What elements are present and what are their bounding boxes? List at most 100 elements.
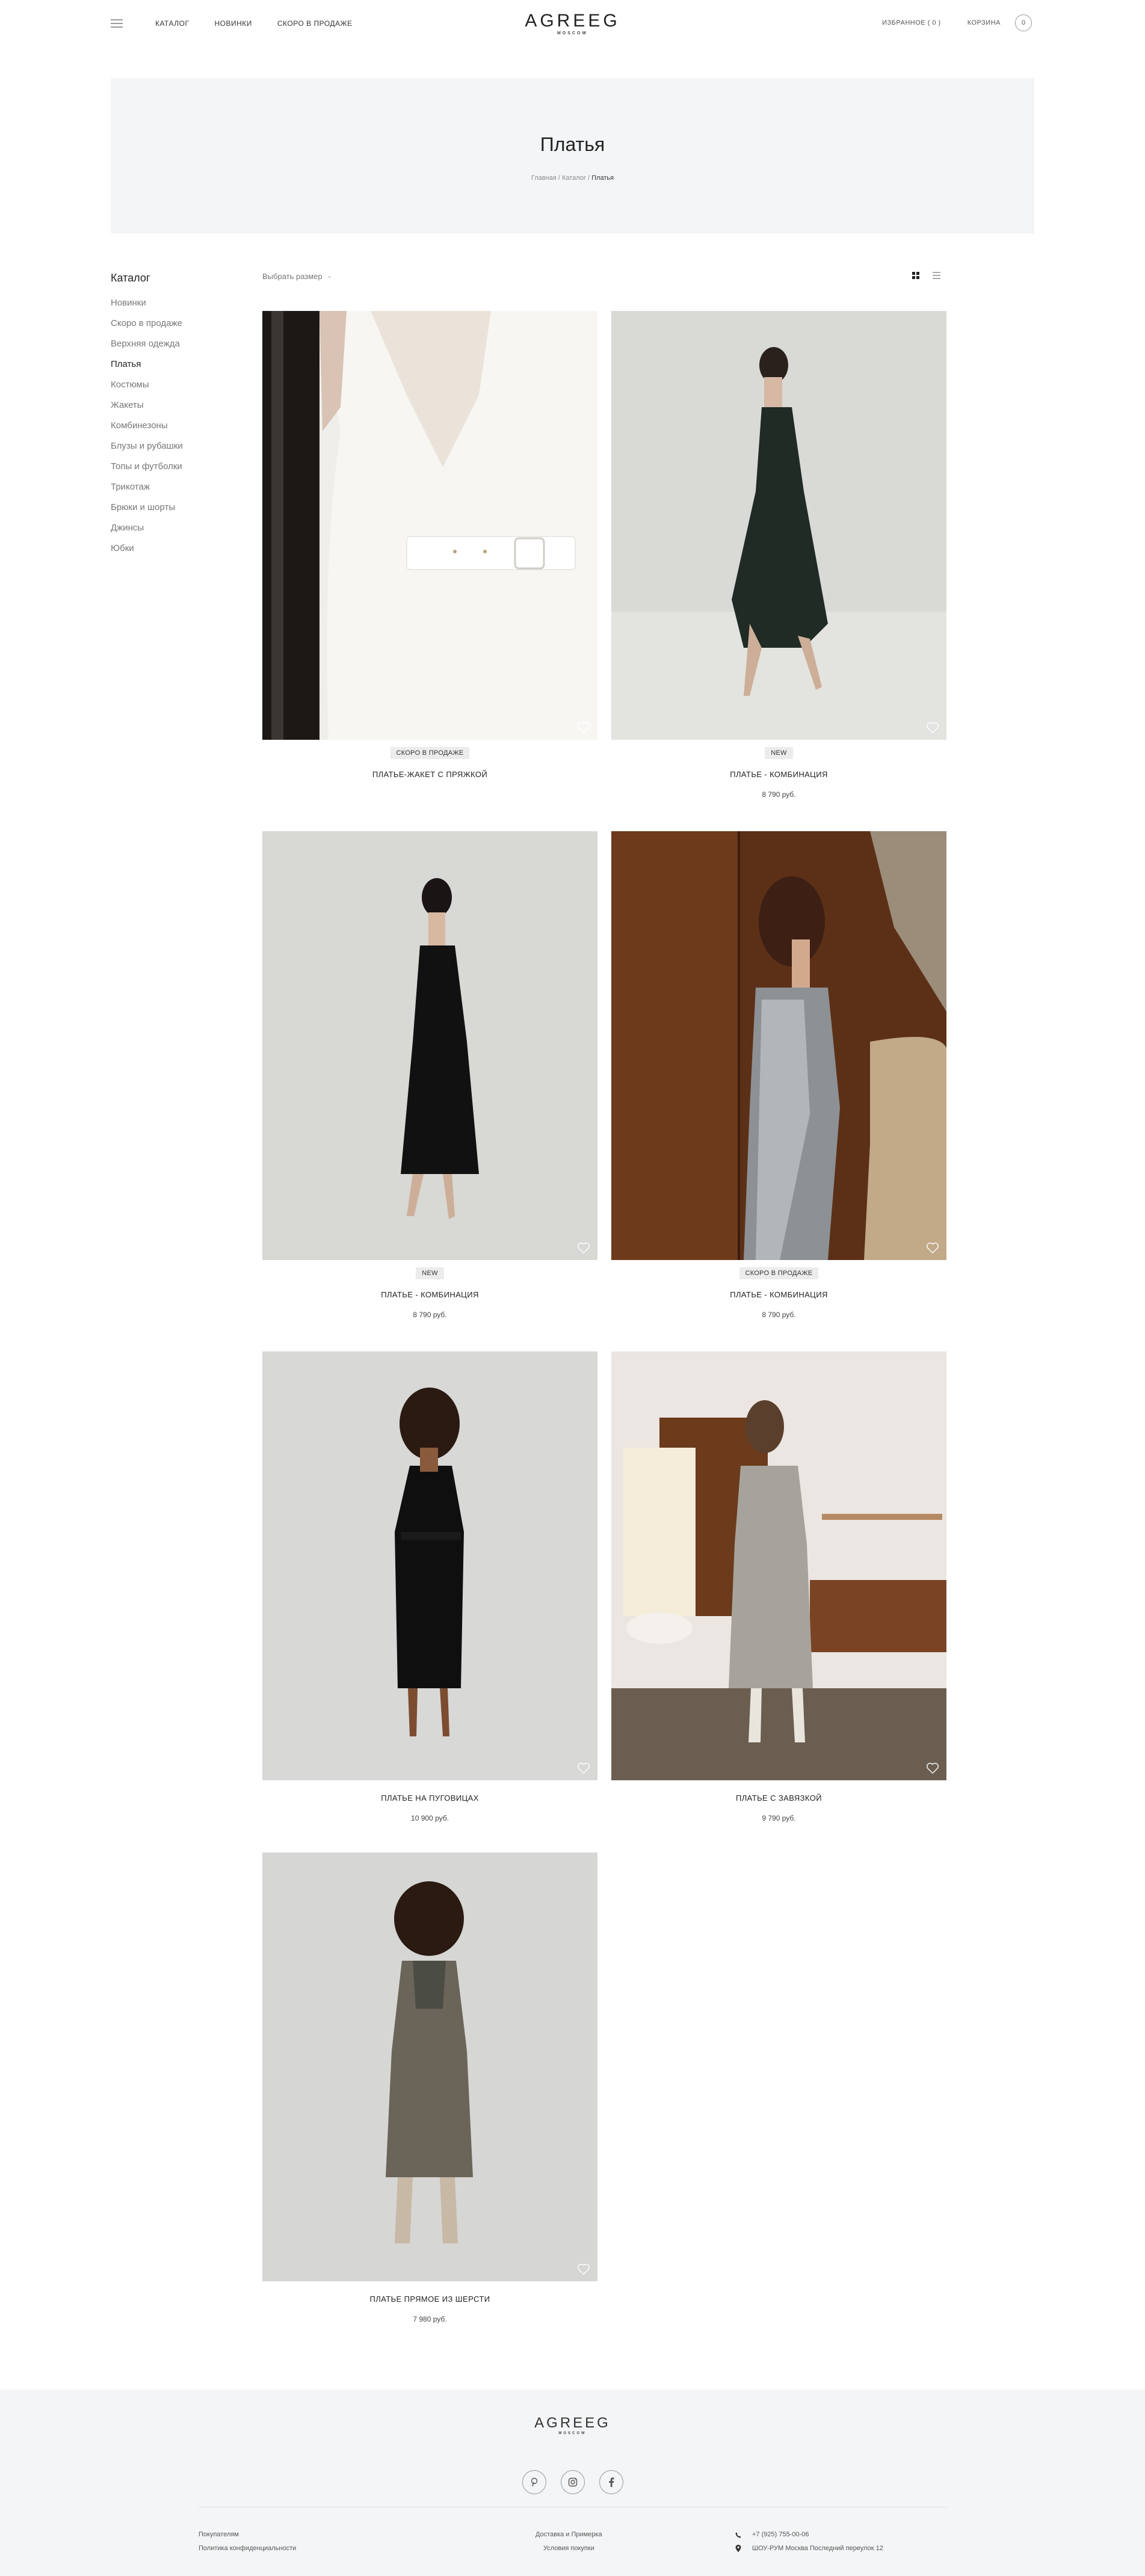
cart[interactable]: КОРЗИНА 0 <box>968 14 1032 31</box>
product-name[interactable]: ПЛАТЬЕ С ЗАВЯЗКОЙ <box>611 1794 946 1803</box>
product-image <box>262 311 597 740</box>
product-photo[interactable] <box>262 311 597 740</box>
chevron-down-icon: ⌄ <box>327 273 333 280</box>
sidebar-item-jackets[interactable]: Жакеты <box>111 400 231 410</box>
list-view-icon[interactable] <box>933 272 940 279</box>
sidebar-item-knitwear[interactable]: Трикотаж <box>111 482 231 492</box>
heart-icon[interactable] <box>926 1242 939 1254</box>
breadcrumb: Главная / Каталог / Платья <box>531 174 614 182</box>
sidebar-item-jeans[interactable]: Джинсы <box>111 523 231 533</box>
footer-address-row: ШОУ-РУМ Москва Последний переулок 12 <box>735 2542 883 2556</box>
sidebar-title: Каталог <box>111 272 150 284</box>
heart-icon[interactable] <box>926 722 939 734</box>
product-price: 9 790 руб. <box>762 1814 796 1822</box>
pinterest-icon[interactable] <box>522 2470 546 2494</box>
footer-link-privacy[interactable]: Политика конфиденциальности <box>199 2542 296 2556</box>
footer-col-contacts: +7 (925) 755-00-06 ШОУ-РУМ Москва Послед… <box>735 2528 883 2556</box>
product-photo[interactable] <box>611 1351 946 1780</box>
product-badge: NEW <box>765 747 793 759</box>
product-price: 8 790 руб. <box>762 1311 796 1319</box>
product-card[interactable]: СКОРО В ПРОДАЖЕ ПЛАТЬЕ - КОМБИНАЦИЯ 8 79… <box>611 831 946 1319</box>
sidebar-item-coming-soon[interactable]: Скоро в продаже <box>111 318 231 328</box>
product-price: 8 790 руб. <box>413 1311 447 1319</box>
product-image <box>262 831 597 1260</box>
page-title: Платья <box>540 134 605 155</box>
product-photo[interactable] <box>262 831 597 1260</box>
product-badge: NEW <box>416 1267 444 1279</box>
phone-icon <box>735 2532 741 2538</box>
product-image <box>262 1351 597 1780</box>
product-name[interactable]: ПЛАТЬЕ НА ПУГОВИЦАХ <box>262 1794 597 1803</box>
header-actions: ИЗБРАННОЕ ( 0 ) КОРЗИНА 0 <box>882 14 1032 31</box>
sidebar-item-blouses[interactable]: Блузы и рубашки <box>111 441 231 451</box>
product-name[interactable]: ПЛАТЬЕ-ЖАКЕТ С ПРЯЖКОЙ <box>262 770 597 779</box>
sidebar-item-suits[interactable]: Костюмы <box>111 380 231 390</box>
footer-link-delivery[interactable]: Доставка и Примерка <box>535 2528 602 2542</box>
sidebar-item-jumpsuits[interactable]: Комбинезоны <box>111 420 231 431</box>
product-card[interactable]: СКОРО В ПРОДАЖЕ ПЛАТЬЕ-ЖАКЕТ С ПРЯЖКОЙ <box>262 311 597 779</box>
site-footer: AGREEG MOSCOW Покупателям Политика конфи… <box>0 2390 1145 2576</box>
product-name[interactable]: ПЛАТЬЕ - КОМБИНАЦИЯ <box>262 1290 597 1299</box>
view-toggle <box>912 272 940 279</box>
heart-icon[interactable] <box>577 2263 590 2275</box>
footer-link-buyers[interactable]: Покупателям <box>199 2528 296 2542</box>
heart-icon[interactable] <box>577 722 590 734</box>
sidebar-item-skirts[interactable]: Юбки <box>111 543 231 553</box>
breadcrumb-catalog[interactable]: Каталог <box>562 174 586 182</box>
size-select[interactable]: Выбрать размер ⌄ <box>262 272 332 281</box>
sidebar-item-trousers[interactable]: Брюки и шорты <box>111 502 231 512</box>
product-image <box>611 311 946 740</box>
product-image <box>262 1852 597 2281</box>
product-card[interactable]: ПЛАТЬЕ ПРЯМОЕ ИЗ ШЕРСТИ 7 980 руб. <box>262 1852 597 2323</box>
heart-icon[interactable] <box>577 1242 590 1254</box>
footer-logo[interactable]: AGREEG MOSCOW <box>0 2415 1145 2435</box>
logo-subtitle: MOSCOW <box>557 31 588 35</box>
product-photo[interactable] <box>611 311 946 740</box>
site-header: КАТАЛОГ НОВИНКИ СКОРО В ПРОДАЖЕ AGREEG M… <box>0 0 1145 48</box>
product-photo[interactable] <box>611 831 946 1260</box>
heart-icon[interactable] <box>926 1762 939 1774</box>
product-badge: СКОРО В ПРОДАЖЕ <box>390 747 470 759</box>
favorites-link[interactable]: ИЗБРАННОЕ ( 0 ) <box>882 19 941 26</box>
product-photo[interactable] <box>262 1351 597 1780</box>
footer-phone[interactable]: +7 (925) 755-00-06 <box>752 2528 809 2542</box>
heart-icon[interactable] <box>577 1762 590 1774</box>
sidebar-item-tops[interactable]: Топы и футболки <box>111 461 231 472</box>
footer-phone-row: +7 (925) 755-00-06 <box>735 2528 883 2542</box>
product-photo[interactable] <box>262 1852 597 2281</box>
footer-logo-subtitle: MOSCOW <box>558 2432 587 2435</box>
product-price: 7 980 руб. <box>413 2315 447 2323</box>
catalog-sidebar: Каталог Новинки Скоро в продаже Верхняя … <box>111 272 231 564</box>
location-pin-icon <box>735 2545 741 2553</box>
product-card[interactable]: ПЛАТЬЕ НА ПУГОВИЦАХ 10 900 руб. <box>262 1351 597 1822</box>
footer-logo-text: AGREEG <box>534 2415 611 2431</box>
product-card[interactable]: NEW ПЛАТЬЕ - КОМБИНАЦИЯ 8 790 руб. <box>611 311 946 799</box>
breadcrumb-current: Платья <box>591 174 614 182</box>
breadcrumb-home[interactable]: Главная <box>531 174 557 182</box>
product-badge: СКОРО В ПРОДАЖЕ <box>739 1267 819 1279</box>
product-card[interactable]: ПЛАТЬЕ С ЗАВЯЗКОЙ 9 790 руб. <box>611 1351 946 1822</box>
product-name[interactable]: ПЛАТЬЕ - КОМБИНАЦИЯ <box>611 770 946 779</box>
sidebar-item-dresses[interactable]: Платья <box>111 359 231 369</box>
grid-view-icon[interactable] <box>912 272 919 279</box>
product-price: 10 900 руб. <box>411 1814 449 1822</box>
sidebar-list: Новинки Скоро в продаже Верхняя одежда П… <box>111 298 231 553</box>
cart-link[interactable]: КОРЗИНА <box>968 19 1001 26</box>
product-card[interactable]: NEW ПЛАТЬЕ - КОМБИНАЦИЯ 8 790 руб. <box>262 831 597 1319</box>
page-hero: Платья Главная / Каталог / Платья <box>111 78 1034 233</box>
social-links <box>0 2470 1145 2494</box>
product-name[interactable]: ПЛАТЬЕ ПРЯМОЕ ИЗ ШЕРСТИ <box>262 2295 597 2304</box>
instagram-icon[interactable] <box>560 2470 585 2494</box>
footer-address: ШОУ-РУМ Москва Последний переулок 12 <box>752 2545 883 2552</box>
footer-link-terms[interactable]: Условия покупки <box>535 2542 602 2556</box>
sidebar-item-outerwear[interactable]: Верхняя одежда <box>111 339 231 349</box>
cart-count-badge[interactable]: 0 <box>1015 14 1032 31</box>
product-image <box>611 1351 946 1780</box>
product-name[interactable]: ПЛАТЬЕ - КОМБИНАЦИЯ <box>611 1290 946 1299</box>
product-price: 8 790 руб. <box>762 790 796 799</box>
size-select-label: Выбрать размер <box>262 272 323 281</box>
facebook-icon[interactable] <box>599 2470 623 2494</box>
sidebar-item-new[interactable]: Новинки <box>111 298 231 308</box>
footer-col-buyers: Покупателям Политика конфиденциальности <box>199 2528 296 2556</box>
product-image <box>611 831 946 1260</box>
